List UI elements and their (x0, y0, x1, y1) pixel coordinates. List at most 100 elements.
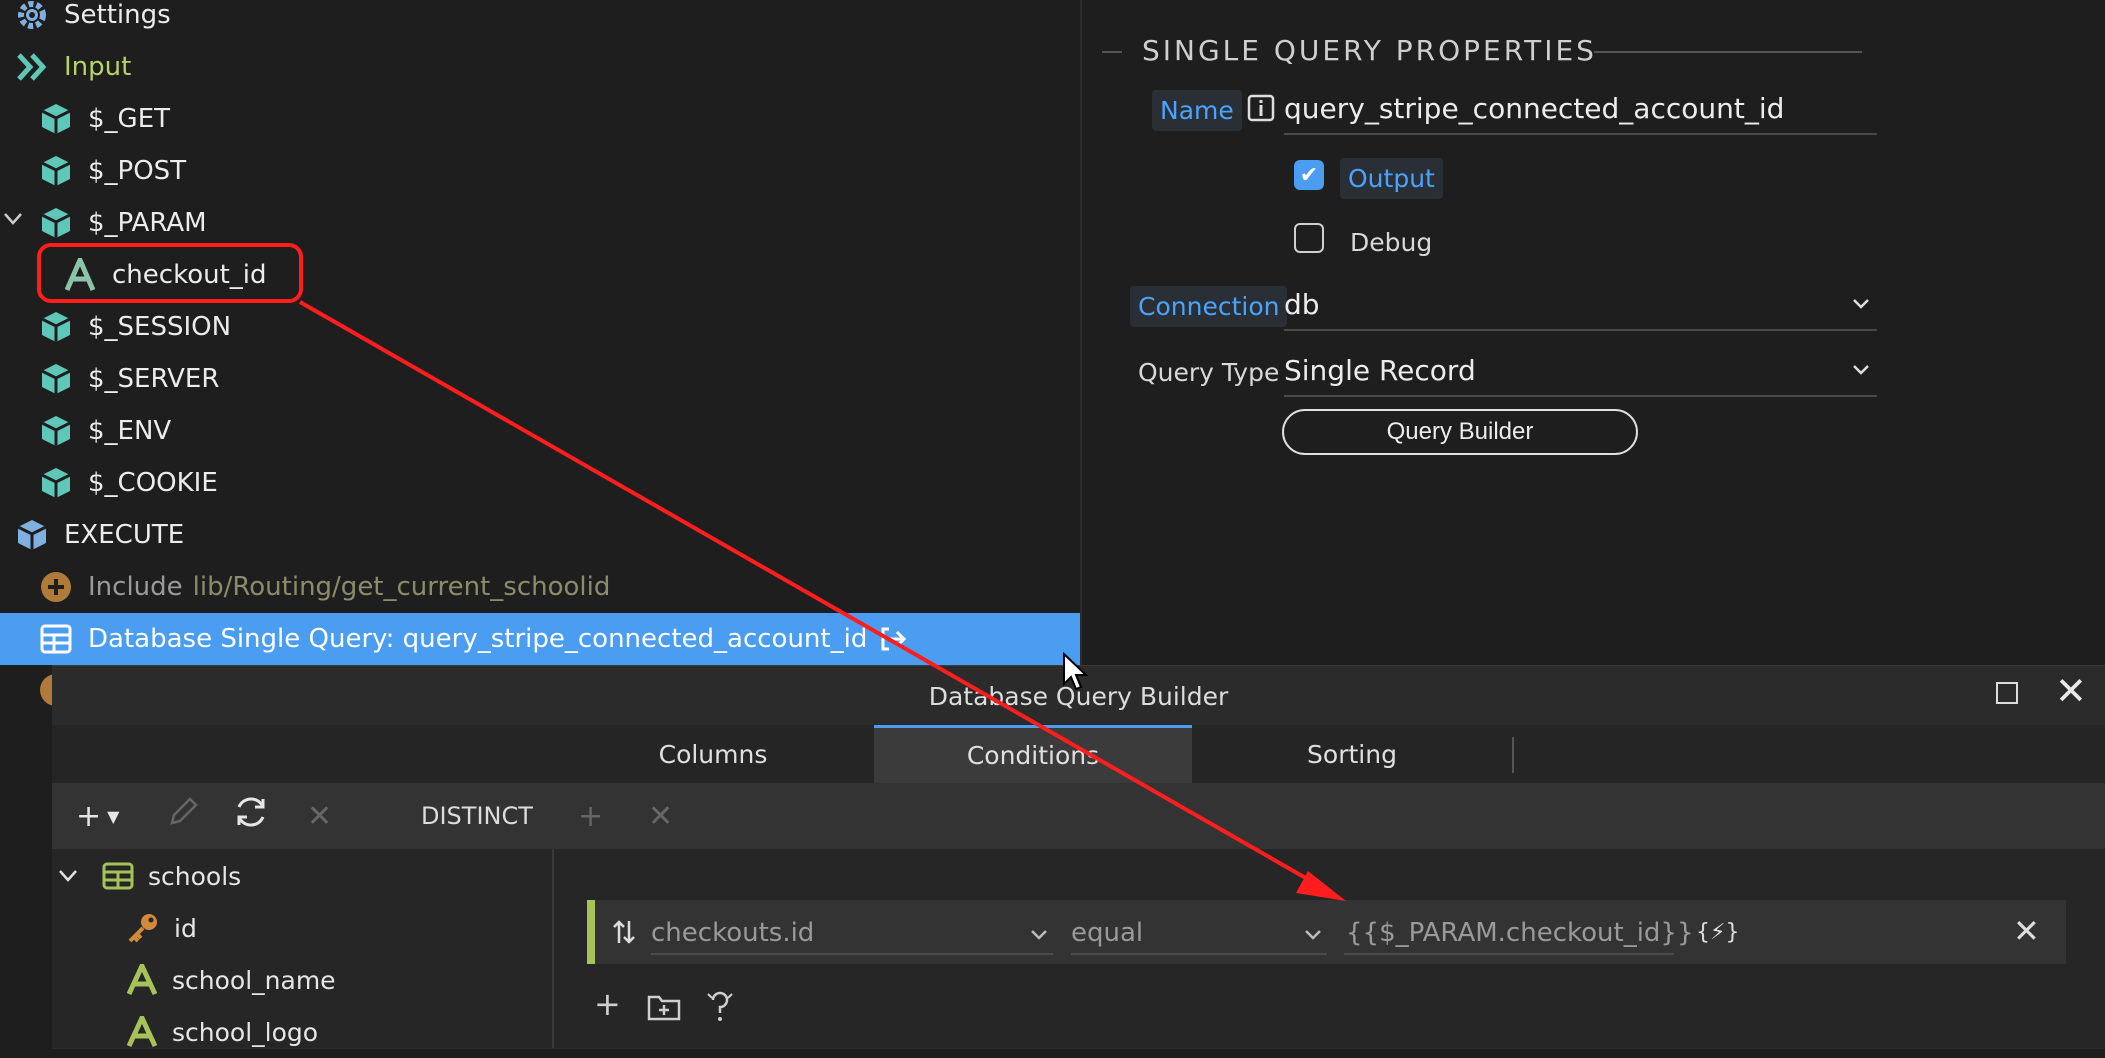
tree-item-label: $_ENV (88, 416, 172, 446)
condition-value-input[interactable]: {{$_PARAM.checkout_id}} (1346, 913, 1694, 953)
distinct-button[interactable]: DISTINCT (421, 783, 533, 849)
maximize-icon[interactable] (1996, 682, 2018, 704)
chevron-down-icon (1031, 921, 1047, 945)
query-type-select[interactable]: Single Record (1284, 354, 1877, 397)
tree-item-label: $_SESSION (88, 312, 232, 342)
query-type-value: Single Record (1284, 354, 1476, 387)
tree-item-env[interactable]: $_ENV (38, 405, 171, 457)
connection-value: db (1284, 288, 1320, 321)
dialog-toolbar (52, 783, 2105, 849)
table-icon (38, 621, 74, 657)
tree-item-cookie[interactable]: $_COOKIE (38, 457, 218, 509)
condition-field-value: checkouts.id (651, 918, 815, 948)
key-icon (126, 911, 160, 945)
tree-item-label: $_PARAM (88, 208, 207, 238)
delete-button[interactable]: ✕ (307, 783, 332, 849)
column-school-name[interactable]: school_name (126, 954, 336, 1006)
double-chevron-icon (14, 49, 50, 85)
tree-item-db-single-query[interactable]: Database Single Query: query_stripe_conn… (38, 613, 907, 665)
tree-item-label: $_COOKIE (88, 468, 218, 498)
refresh-button[interactable] (232, 783, 270, 849)
section-title: SINGLE QUERY PROPERTIES (1142, 34, 1597, 67)
add-condition-icon[interactable]: + (594, 985, 621, 1023)
output-label: Output (1340, 158, 1443, 199)
chevron-down-icon (1853, 356, 1869, 381)
table-icon (102, 862, 134, 890)
close-icon: ✕ (648, 798, 674, 834)
output-arrow-icon (879, 626, 907, 652)
cube-icon (38, 413, 74, 449)
tab-conditions[interactable]: Conditions (874, 725, 1192, 783)
column-school-logo[interactable]: school_logo (126, 1006, 318, 1058)
tree-item-session[interactable]: $_SESSION (38, 301, 231, 353)
add-group-icon[interactable] (647, 993, 681, 1025)
text-type-icon (126, 964, 158, 996)
chevron-down-icon (58, 869, 90, 883)
column-id[interactable]: id (126, 902, 197, 954)
edit-button[interactable] (166, 783, 200, 849)
output-checkbox[interactable]: ✔ (1294, 160, 1324, 190)
tree-item-label: $_SERVER (88, 364, 220, 394)
remove-button[interactable]: ✕ (648, 783, 673, 849)
dynamic-data-icon[interactable]: {⚡} (1696, 920, 1739, 945)
plus-icon: + (578, 798, 604, 834)
connection-label: Connection (1130, 286, 1288, 327)
tree-item-post[interactable]: $_POST (38, 145, 186, 197)
column-name: id (174, 913, 197, 943)
column-name: school_logo (172, 1017, 319, 1047)
tree-item-label: $_GET (88, 104, 170, 134)
cube-icon (14, 517, 50, 553)
condition-value-underline (1344, 953, 1674, 955)
table-name: schools (148, 861, 242, 891)
cube-icon (38, 153, 74, 189)
tree-item-label: Include (88, 572, 183, 602)
tree-item-label: Input (64, 52, 132, 82)
tree-item-get[interactable]: $_GET (38, 93, 170, 145)
tree-item-include[interactable]: Include lib/Routing/get_current_schoolid (38, 561, 610, 613)
plus-circle-icon (38, 569, 74, 605)
chevron-down-icon[interactable] (4, 207, 22, 232)
plus-icon: + (76, 798, 102, 834)
connection-select[interactable]: db (1284, 288, 1877, 331)
tab-sorting[interactable]: Sorting (1192, 725, 1512, 783)
include-path: lib/Routing/get_current_schoolid (192, 572, 611, 602)
cube-icon (38, 205, 74, 241)
mouse-cursor-icon (1062, 651, 1089, 696)
tree-item-label: EXECUTE (64, 520, 185, 550)
tree-item-param[interactable]: $_PARAM (38, 197, 207, 249)
cube-icon (38, 101, 74, 137)
table-schools[interactable]: schools (58, 850, 241, 902)
condition-operator-value: equal (1071, 918, 1144, 948)
tree-item-settings[interactable]: Settings (14, 0, 171, 41)
help-icon[interactable] (706, 990, 734, 1028)
debug-checkbox[interactable] (1294, 223, 1324, 253)
tab-divider (1512, 737, 1514, 773)
cube-icon (38, 309, 74, 345)
highlight-annotation-box (37, 243, 303, 303)
sort-arrows-icon[interactable] (612, 919, 636, 949)
remove-condition-icon[interactable]: ✕ (2013, 912, 2040, 950)
query-builder-button[interactable]: Query Builder (1282, 409, 1638, 455)
text-type-icon (126, 1016, 158, 1048)
debug-label: Debug (1350, 228, 1433, 257)
tree-item-execute[interactable]: EXECUTE (14, 509, 184, 561)
name-input[interactable]: query_stripe_connected_account_id (1284, 92, 1877, 135)
add-button[interactable]: + ▼ (76, 783, 119, 849)
section-divider (1594, 51, 1862, 53)
tree-item-label: Database Single Query: query_stripe_conn… (88, 624, 868, 654)
info-icon[interactable] (1247, 94, 1275, 126)
refresh-icon (232, 793, 270, 839)
add-group-button[interactable]: + (578, 783, 603, 849)
tree-item-input[interactable]: Input (14, 41, 131, 93)
tree-item-label: $_POST (88, 156, 187, 186)
cube-icon (38, 361, 74, 397)
condition-operator-select[interactable]: equal (1071, 913, 1327, 955)
chevron-down-icon (1853, 290, 1869, 315)
condition-field-select[interactable]: checkouts.id (651, 913, 1053, 955)
tab-columns[interactable]: Columns (552, 725, 874, 783)
close-icon[interactable]: ✕ (2055, 672, 2087, 710)
cube-icon (38, 465, 74, 501)
tree-item-server[interactable]: $_SERVER (38, 353, 219, 405)
pencil-icon (166, 795, 200, 837)
name-label: Name (1152, 90, 1242, 131)
